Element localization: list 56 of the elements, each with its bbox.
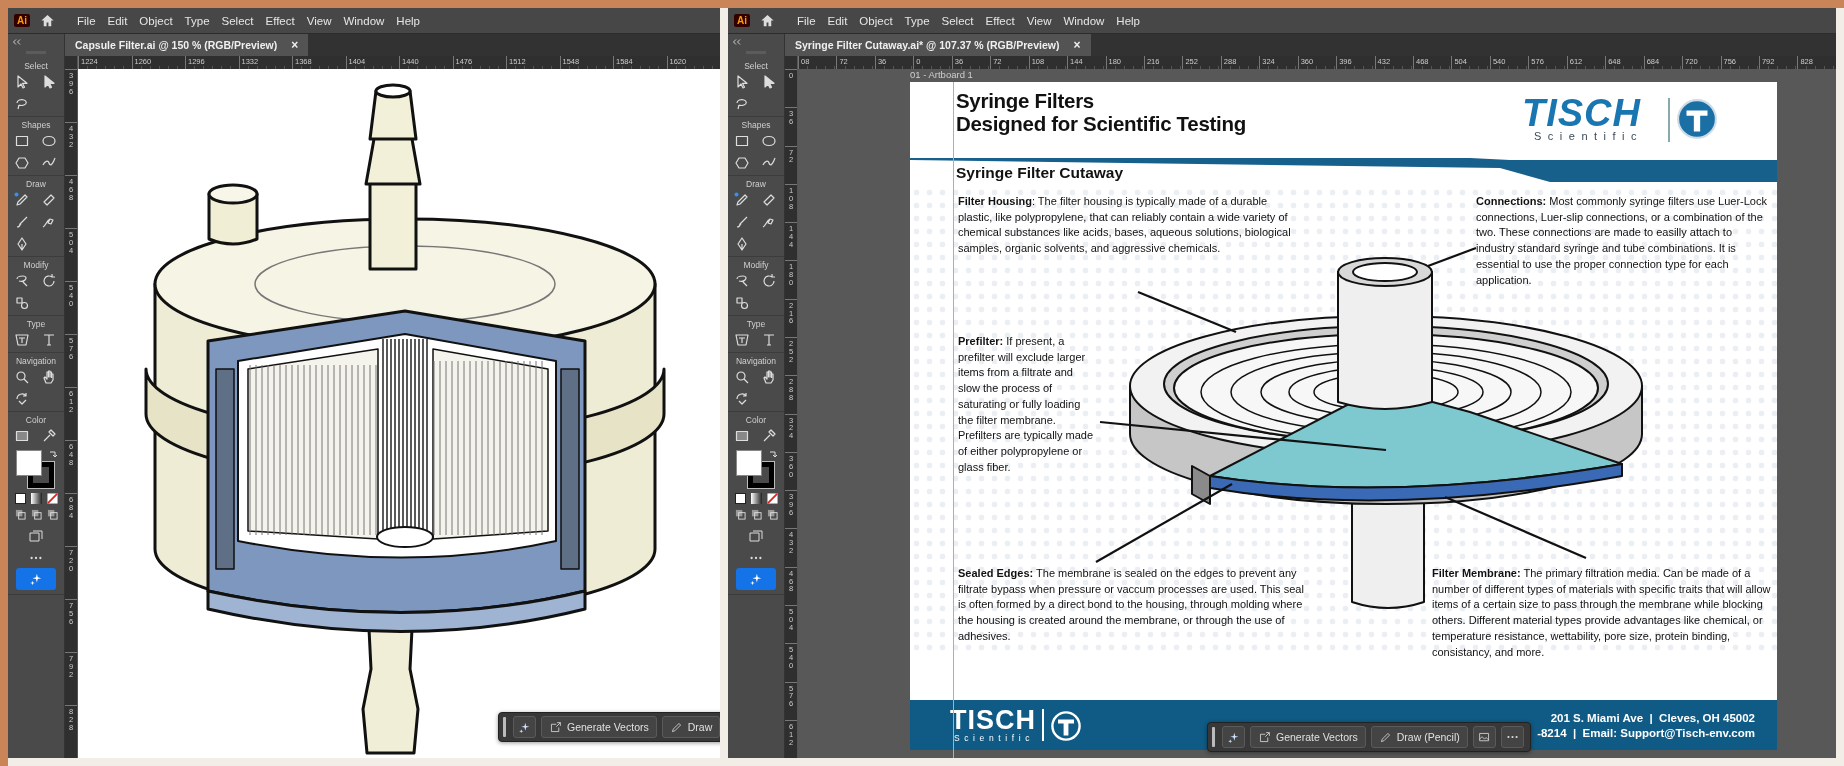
address-text: 201 S. Miami Ave | Cleves, OH 45002 <box>1550 711 1755 724</box>
menu-item[interactable]: Effect <box>981 14 1019 27</box>
section-label: Modify <box>23 260 49 270</box>
section-label: Draw <box>26 179 46 189</box>
section-label: Navigation <box>15 356 57 366</box>
menu-item[interactable]: Edit <box>823 14 852 27</box>
section-label: Type <box>26 319 46 329</box>
menu-item[interactable]: Type <box>180 14 214 27</box>
section-label: Type <box>746 319 766 329</box>
logo-tagline: Scientific <box>954 733 1034 743</box>
section-label: Select <box>744 61 768 71</box>
menu-item[interactable]: Object <box>135 14 177 27</box>
callout-text: Connections: Most commonly syringe filters use Luer-Lock connections, Luer-slip connections, or a combination of the two. These connections are made to easilly attach to industry standard syringe and tube combinations. It is essential to use the proper connection type for each application. <box>1476 194 1768 288</box>
section-label: Color <box>25 415 47 425</box>
menu-item[interactable]: File <box>793 14 820 27</box>
menu-item[interactable]: View <box>1022 14 1056 27</box>
callout-text: Prefilter: If present, a prefilter will exclude larger items from a filtrate and slow the process of saturating or fully loading the filter membrane. Prefilters are typically made of either polypropylene or glass fiber. <box>958 334 1095 475</box>
artboard-label: 01 - Artboard 1 <box>910 69 973 80</box>
section-label: Select <box>24 61 48 71</box>
menu-item[interactable]: Select <box>937 14 978 27</box>
menu-item[interactable]: Window <box>339 14 389 27</box>
document-tab[interactable]: Syringe Filter Cutaway.ai* @ 107.37 % (RGB/Preview) × <box>785 34 1091 56</box>
menu-item[interactable]: File <box>73 14 100 27</box>
section-label: Shapes <box>21 120 51 130</box>
close-button[interactable]: × <box>1073 38 1081 52</box>
section-label: Modify <box>743 260 769 270</box>
app-logo[interactable]: Ai <box>14 14 30 27</box>
callout-text: Sealed Edges: The membrane is sealed on the edges to prevent any filtrate bypass when pressure or vaccum processes are used. This seal is often formed by a direct bond to the housing, through molding where the housing is created around the membrane, or through the use of adhesives. <box>958 566 1305 644</box>
callout-text: Filter Housing: The filter housing is typically made of a durable plastic, like polypropylene, that can reliably contain a wide variety of chemical substances like acids, bases, aqueous solutions, biological samples, organic solvents, and aggressive chemicals. <box>958 194 1292 257</box>
callout-text: Filter Membrane: The primary filtration media. Can be made of a number of different types of materials with specific traits that will allow items of a certain size to pass through the membrane while blocking others. Different material types provide advantages like chemical, or temperature resistance, wettability, pore size, protein binding, consistancy, and more. <box>1432 566 1772 660</box>
title-line: Designed for Scientific Testing <box>956 112 1246 136</box>
menu-item[interactable]: Object <box>855 14 897 27</box>
section-label: Navigation <box>735 356 777 366</box>
logo-tagline: Scientific <box>1534 130 1644 142</box>
menu-item[interactable]: Select <box>217 14 258 27</box>
app-logo[interactable]: Ai <box>734 14 750 27</box>
title-line: Syringe Filters <box>956 90 1095 113</box>
menu-item[interactable]: Effect <box>261 14 299 27</box>
menu-item[interactable]: Edit <box>103 14 132 27</box>
menu-item[interactable]: Window <box>1059 14 1109 27</box>
section-heading: Syringe Filter Cutaway <box>956 164 1124 182</box>
menu-item[interactable]: Type <box>900 14 934 27</box>
draw-button[interactable]: Draw <box>661 716 720 738</box>
section-label: Shapes <box>741 120 771 130</box>
generate-vectors-button[interactable]: Generate Vectors <box>1250 726 1366 748</box>
logo-wordmark: TISCH <box>950 705 1036 735</box>
menu-item[interactable]: Help <box>1112 14 1144 27</box>
menu-item[interactable]: View <box>302 14 336 27</box>
contact-text: -8214 | Email: Support@Tisch-env.com <box>1537 726 1755 739</box>
close-button[interactable]: × <box>291 38 299 52</box>
generate-vectors-button[interactable]: Generate Vectors <box>541 716 657 738</box>
draw-button[interactable]: Draw (Pencil) <box>1370 726 1468 748</box>
section-label: Draw <box>746 179 766 189</box>
menu-item[interactable]: Help <box>392 14 424 27</box>
section-label: Color <box>745 415 767 425</box>
document-tab[interactable]: Capsule Filter.ai @ 150 % (RGB/Preview) × <box>65 34 309 56</box>
